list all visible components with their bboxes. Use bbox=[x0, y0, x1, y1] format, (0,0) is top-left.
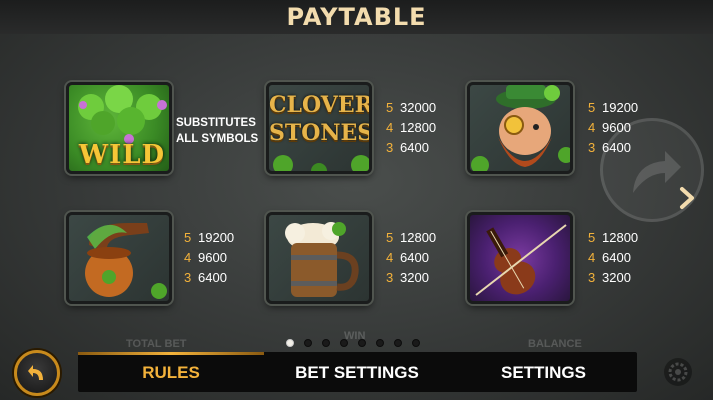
payout-value: 9600 bbox=[198, 250, 227, 265]
balance-label: BALANCE bbox=[528, 338, 582, 350]
page-dot[interactable] bbox=[394, 339, 402, 347]
payout-row: 4 6400 bbox=[386, 248, 436, 268]
payout-value: 12800 bbox=[602, 230, 639, 245]
payout-value: 6400 bbox=[400, 140, 429, 155]
payout-row: 3 6400 bbox=[588, 138, 638, 158]
payout-value: 19200 bbox=[198, 230, 235, 245]
page-dot[interactable] bbox=[412, 339, 420, 347]
back-arrow-icon bbox=[28, 365, 43, 380]
payout-value: 32000 bbox=[400, 100, 437, 115]
payout-count: 5 bbox=[386, 230, 394, 245]
payout-count: 5 bbox=[386, 100, 394, 115]
symbol-violin bbox=[467, 212, 573, 304]
wild-description-line1: SUBSTITUTES bbox=[176, 117, 256, 129]
payout-row: 5 19200 bbox=[184, 228, 234, 248]
payout-count: 5 bbox=[588, 230, 596, 245]
chevron-right-icon[interactable] bbox=[678, 186, 696, 215]
payout-value: 6400 bbox=[198, 270, 227, 285]
page-dot[interactable] bbox=[322, 339, 330, 347]
tab-bet-settings-label: BET SETTINGS bbox=[295, 363, 419, 382]
payout-count: 4 bbox=[588, 250, 596, 265]
page-dot[interactable] bbox=[376, 339, 384, 347]
leprechaun-artwork bbox=[471, 85, 570, 171]
tab-rules[interactable]: RULES bbox=[78, 352, 264, 392]
total-bet-label: TOTAL BET bbox=[126, 338, 187, 350]
payout-count: 5 bbox=[184, 230, 192, 245]
payout-pipe: 5 19200 4 9600 3 6400 bbox=[184, 228, 234, 288]
symbol-pipe bbox=[66, 212, 172, 304]
payout-row: 5 12800 bbox=[386, 228, 436, 248]
payout-value: 6400 bbox=[400, 250, 429, 265]
payout-row: 5 32000 bbox=[386, 98, 436, 118]
gear-icon bbox=[668, 362, 688, 382]
symbol-clover-stones: CLOVER STONES bbox=[266, 82, 372, 174]
settings-button[interactable] bbox=[664, 358, 692, 386]
payout-value: 3200 bbox=[602, 270, 631, 285]
clover-stones-label-line2: STONES bbox=[269, 120, 372, 146]
symbol-leprechaun bbox=[467, 82, 573, 174]
payout-count: 3 bbox=[184, 270, 192, 285]
payout-row: 4 12800 bbox=[386, 118, 436, 138]
payout-count: 3 bbox=[386, 270, 394, 285]
payout-beer-mug: 5 12800 4 6400 3 3200 bbox=[386, 228, 436, 288]
page-dot[interactable] bbox=[304, 339, 312, 347]
header-bar: PAYTABLE bbox=[0, 0, 713, 34]
payout-row: 3 3200 bbox=[588, 268, 638, 288]
payout-count: 3 bbox=[386, 140, 394, 155]
payout-value: 3200 bbox=[400, 270, 429, 285]
payout-count: 4 bbox=[386, 250, 394, 265]
symbol-beer-mug bbox=[266, 212, 372, 304]
wild-description: SUBSTITUTES ALL SYMBOLS bbox=[176, 115, 266, 147]
tab-settings[interactable]: SETTINGS bbox=[450, 352, 637, 392]
payout-row: 5 19200 bbox=[588, 98, 638, 118]
payout-clover-stones: 5 32000 4 12800 3 6400 bbox=[386, 98, 436, 158]
page-dot[interactable] bbox=[286, 339, 294, 347]
payout-row: 5 12800 bbox=[588, 228, 638, 248]
wild-symbol-label: WILD bbox=[78, 140, 166, 170]
payout-count: 4 bbox=[386, 120, 394, 135]
pipe-artwork bbox=[85, 223, 167, 299]
payout-row: 3 6400 bbox=[184, 268, 234, 288]
payout-value: 12800 bbox=[400, 120, 437, 135]
wild-description-line2: ALL SYMBOLS bbox=[176, 133, 259, 145]
payout-leprechaun: 5 19200 4 9600 3 6400 bbox=[588, 98, 638, 158]
payout-value: 6400 bbox=[602, 140, 631, 155]
page-title: PAYTABLE bbox=[286, 3, 427, 31]
tab-settings-label: SETTINGS bbox=[500, 363, 586, 382]
page-dot[interactable] bbox=[358, 339, 366, 347]
payout-count: 4 bbox=[184, 250, 192, 265]
payout-row: 3 3200 bbox=[386, 268, 436, 288]
payout-row: 3 6400 bbox=[386, 138, 436, 158]
payout-row: 4 6400 bbox=[588, 248, 638, 268]
payout-violin: 5 12800 4 6400 3 3200 bbox=[588, 228, 638, 288]
payout-count: 4 bbox=[588, 120, 596, 135]
tab-rules-label: RULES bbox=[142, 363, 200, 382]
payout-count: 5 bbox=[588, 100, 596, 115]
violin-artwork bbox=[475, 224, 567, 296]
page-dot[interactable] bbox=[340, 339, 348, 347]
payout-row: 4 9600 bbox=[184, 248, 234, 268]
bottom-nav: RULES BET SETTINGS SETTINGS bbox=[78, 352, 637, 392]
payout-value: 6400 bbox=[602, 250, 631, 265]
clover-stones-label-line1: CLOVER bbox=[269, 92, 372, 118]
payout-row: 4 9600 bbox=[588, 118, 638, 138]
payout-count: 3 bbox=[588, 270, 596, 285]
payout-value: 12800 bbox=[400, 230, 437, 245]
tab-bet-settings[interactable]: BET SETTINGS bbox=[264, 352, 450, 392]
payout-value: 9600 bbox=[602, 120, 631, 135]
payout-count: 3 bbox=[588, 140, 596, 155]
payout-value: 19200 bbox=[602, 100, 639, 115]
symbol-wild: WILD bbox=[66, 82, 172, 174]
back-button[interactable] bbox=[14, 350, 60, 396]
beer-mug-artwork bbox=[285, 222, 359, 297]
